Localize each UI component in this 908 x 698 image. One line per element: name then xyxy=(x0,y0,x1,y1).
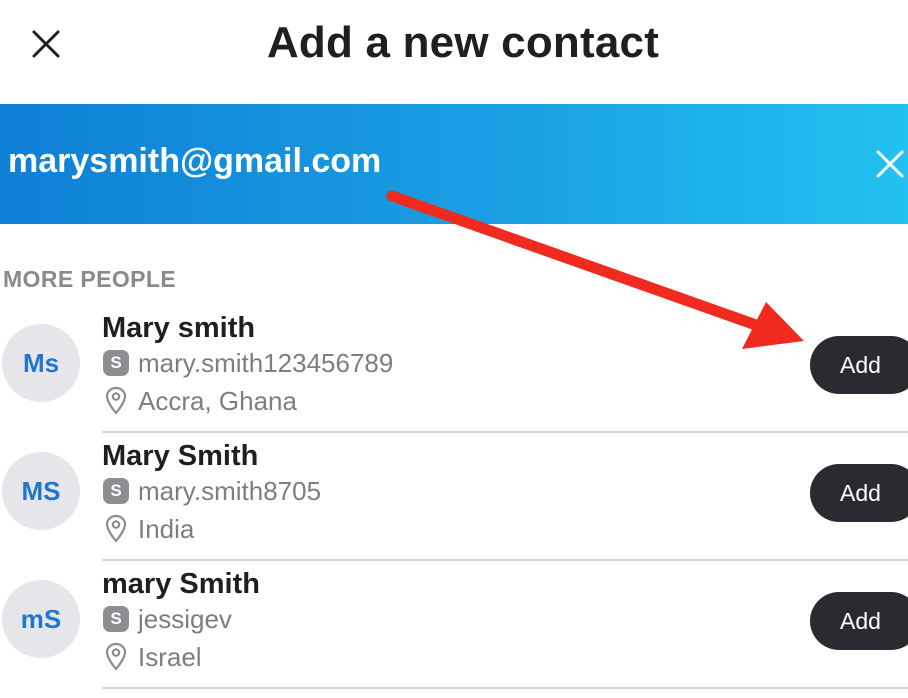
search-input[interactable]: marysmith@gmail.com xyxy=(8,142,381,181)
avatar[interactable]: Ms xyxy=(2,324,80,402)
contact-location: Israel xyxy=(138,642,202,672)
contact-location: India xyxy=(138,514,195,544)
contact-username: jessigev xyxy=(138,604,232,634)
avatar[interactable]: mS xyxy=(2,580,80,658)
contact-row: mS mary Smith S jessigev Israel Add xyxy=(0,560,908,689)
add-contact-button[interactable]: Add xyxy=(810,336,908,394)
page-title: Add a new contact xyxy=(266,18,660,67)
section-heading: MORE PEOPLE xyxy=(3,266,177,292)
contact-name: mary Smith xyxy=(102,568,260,600)
add-contact-screen: Add a new contact marysmith@gmail.com MO… xyxy=(0,0,908,698)
add-contact-button[interactable]: Add xyxy=(810,592,908,650)
header: Add a new contact xyxy=(0,0,908,96)
contact-username: mary.smith123456789 xyxy=(138,348,394,378)
avatar[interactable]: MS xyxy=(2,452,80,530)
skype-icon: S xyxy=(103,606,129,632)
add-contact-button[interactable]: Add xyxy=(810,464,908,522)
location-pin-icon xyxy=(105,386,127,415)
contact-name: Mary smith xyxy=(102,312,256,344)
contact-row: Ms Mary smith S mary.smith123456789 Accr… xyxy=(0,304,908,433)
location-pin-icon xyxy=(105,642,127,671)
clear-icon xyxy=(876,150,904,178)
divider xyxy=(102,687,908,689)
contact-name: Mary Smith xyxy=(102,440,259,472)
contact-username: mary.smith8705 xyxy=(138,476,322,506)
skype-icon: S xyxy=(103,350,129,376)
skype-icon: S xyxy=(103,478,129,504)
clear-search-button[interactable] xyxy=(872,146,908,182)
contact-location: Accra, Ghana xyxy=(138,386,297,416)
contact-row: MS Mary Smith S mary.smith8705 India Add xyxy=(0,432,908,561)
location-pin-icon xyxy=(105,514,127,543)
